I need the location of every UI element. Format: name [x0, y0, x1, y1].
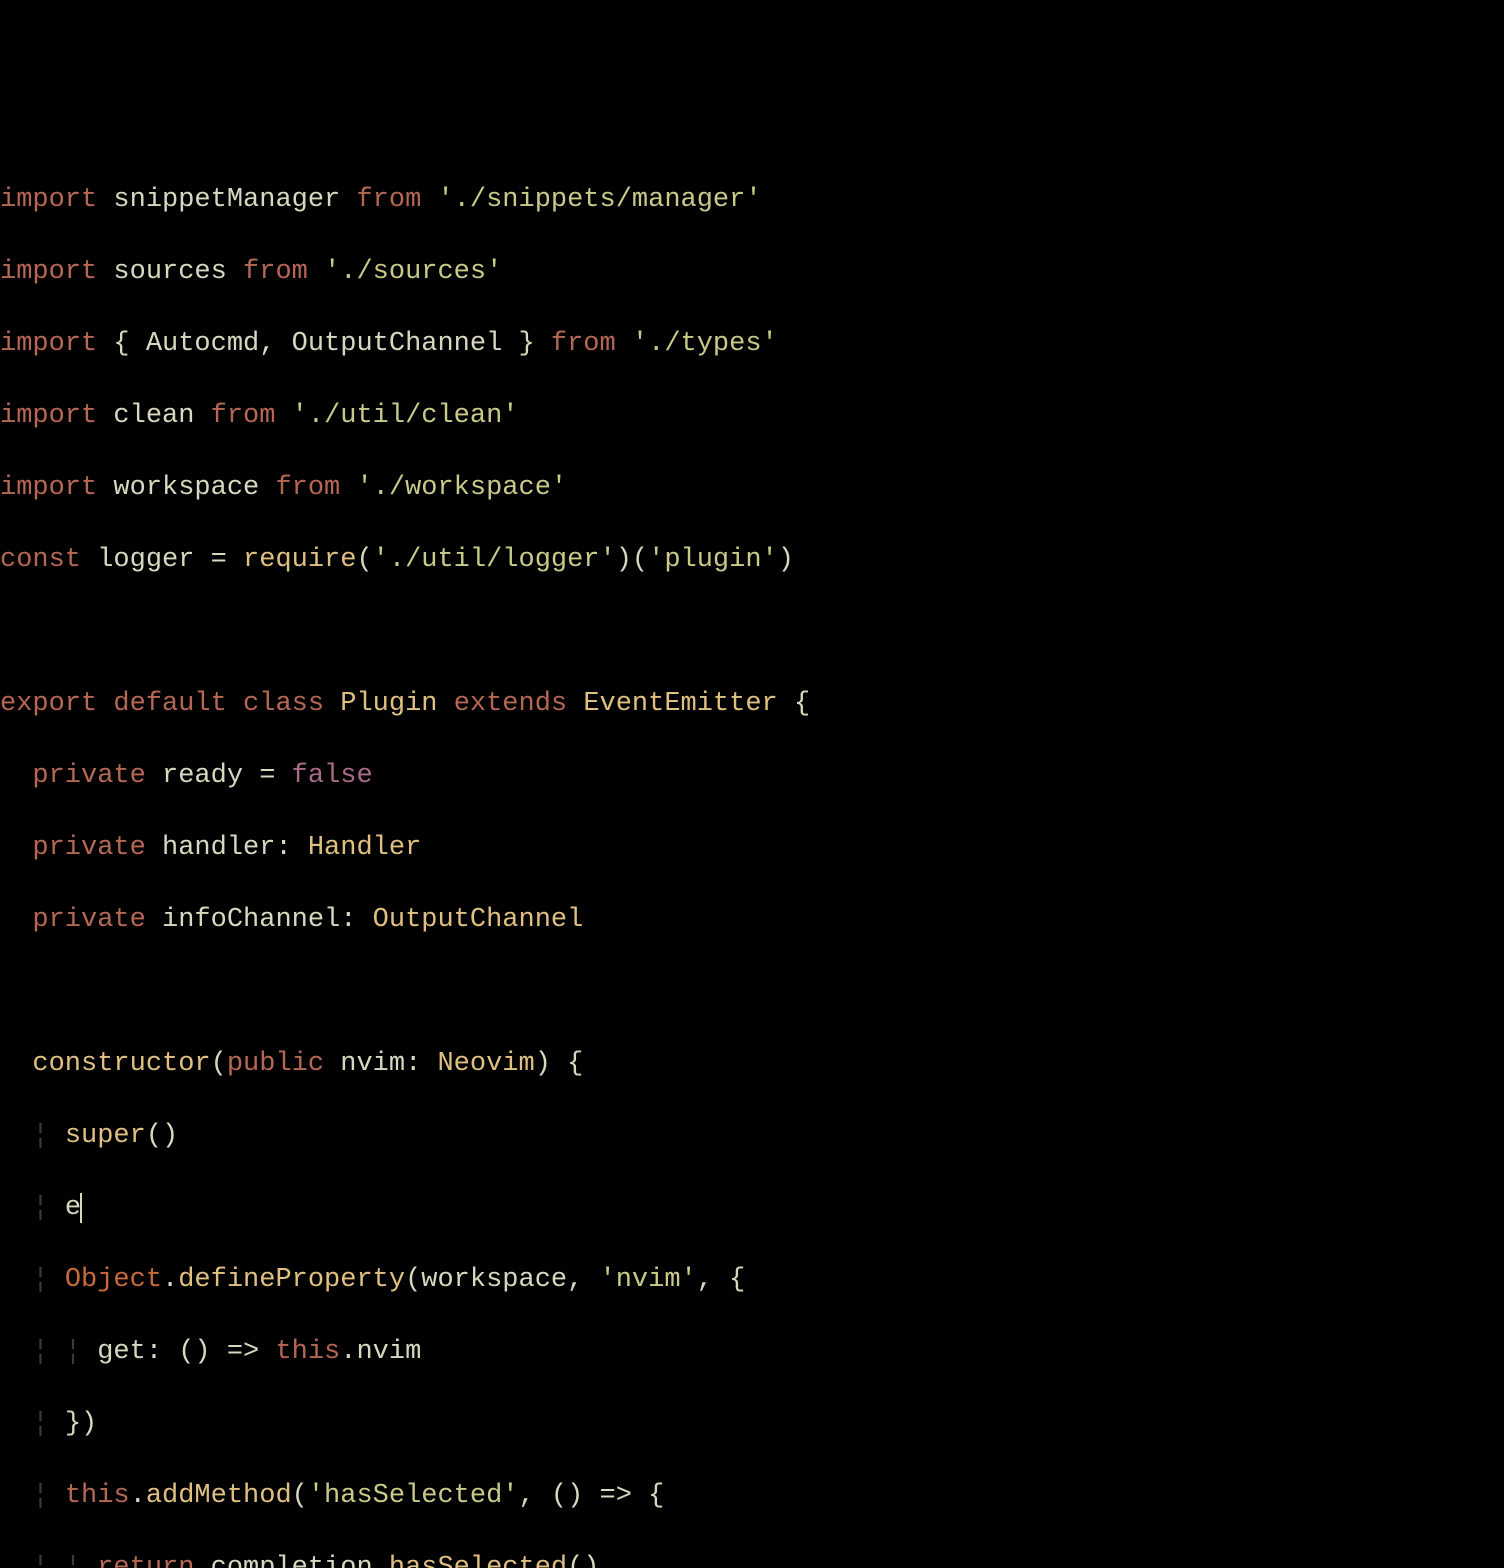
code-line: import clean from './util/clean' [0, 398, 1504, 434]
code-line: ¦ ¦ return completion.hasSelected() [0, 1550, 1504, 1568]
code-line: import { Autocmd, OutputChannel } from '… [0, 326, 1504, 362]
keyword-public: public [227, 1049, 324, 1079]
type-Handler: Handler [308, 833, 421, 863]
keyword-export: export [0, 689, 97, 719]
type-Plugin: Plugin [340, 689, 437, 719]
func-defineProperty: defineProperty [178, 1265, 405, 1295]
func-addMethod: addMethod [146, 1481, 292, 1511]
code-line: import sources from './sources' [0, 254, 1504, 290]
code-editor[interactable]: import snippetManager from './snippets/m… [0, 144, 1504, 1568]
func-super: super [65, 1121, 146, 1151]
keyword-const: const [0, 545, 81, 575]
typed-char: e [65, 1193, 81, 1223]
code-line: constructor(public nvim: Neovim) { [0, 1046, 1504, 1082]
code-line: ¦ super() [0, 1118, 1504, 1154]
func-hasSelected: hasSelected [389, 1553, 567, 1568]
code-line: private infoChannel: OutputChannel [0, 902, 1504, 938]
keyword-constructor: constructor [32, 1049, 210, 1079]
ident-snippetManager: snippetManager [113, 185, 340, 215]
keyword-private: private [32, 761, 145, 791]
boolean-false: false [292, 761, 373, 791]
type-Neovim: Neovim [437, 1049, 534, 1079]
code-line: const logger = require('./util/logger')(… [0, 542, 1504, 578]
code-line: export default class Plugin extends Even… [0, 686, 1504, 722]
keyword-import: import [0, 185, 97, 215]
code-line: ¦ Object.defineProperty(workspace, 'nvim… [0, 1262, 1504, 1298]
keyword-this: this [275, 1337, 340, 1367]
func-require: require [243, 545, 356, 575]
code-line: ¦ }) [0, 1406, 1504, 1442]
code-line: import workspace from './workspace' [0, 470, 1504, 506]
code-line: import snippetManager from './snippets/m… [0, 182, 1504, 218]
keyword-default: default [113, 689, 226, 719]
code-line-cursor: ¦ e [0, 1190, 1504, 1226]
code-line: private handler: Handler [0, 830, 1504, 866]
keyword-return: return [97, 1553, 194, 1568]
code-line-blank [0, 974, 1504, 1010]
type-OutputChannel: OutputChannel [373, 905, 584, 935]
type-EventEmitter: EventEmitter [583, 689, 777, 719]
string-path: './snippets/manager' [437, 185, 761, 215]
keyword-from: from [356, 185, 421, 215]
keyword-class: class [243, 689, 324, 719]
code-line-blank [0, 614, 1504, 650]
text-cursor-icon [80, 1193, 82, 1223]
indent-guide-icon: ¦ [32, 1121, 48, 1151]
global-Object: Object [65, 1265, 162, 1295]
prop-get: get [97, 1337, 146, 1367]
code-line: private ready = false [0, 758, 1504, 794]
keyword-extends: extends [454, 689, 567, 719]
code-line: ¦ ¦ get: () => this.nvim [0, 1334, 1504, 1370]
code-line: ¦ this.addMethod('hasSelected', () => { [0, 1478, 1504, 1514]
